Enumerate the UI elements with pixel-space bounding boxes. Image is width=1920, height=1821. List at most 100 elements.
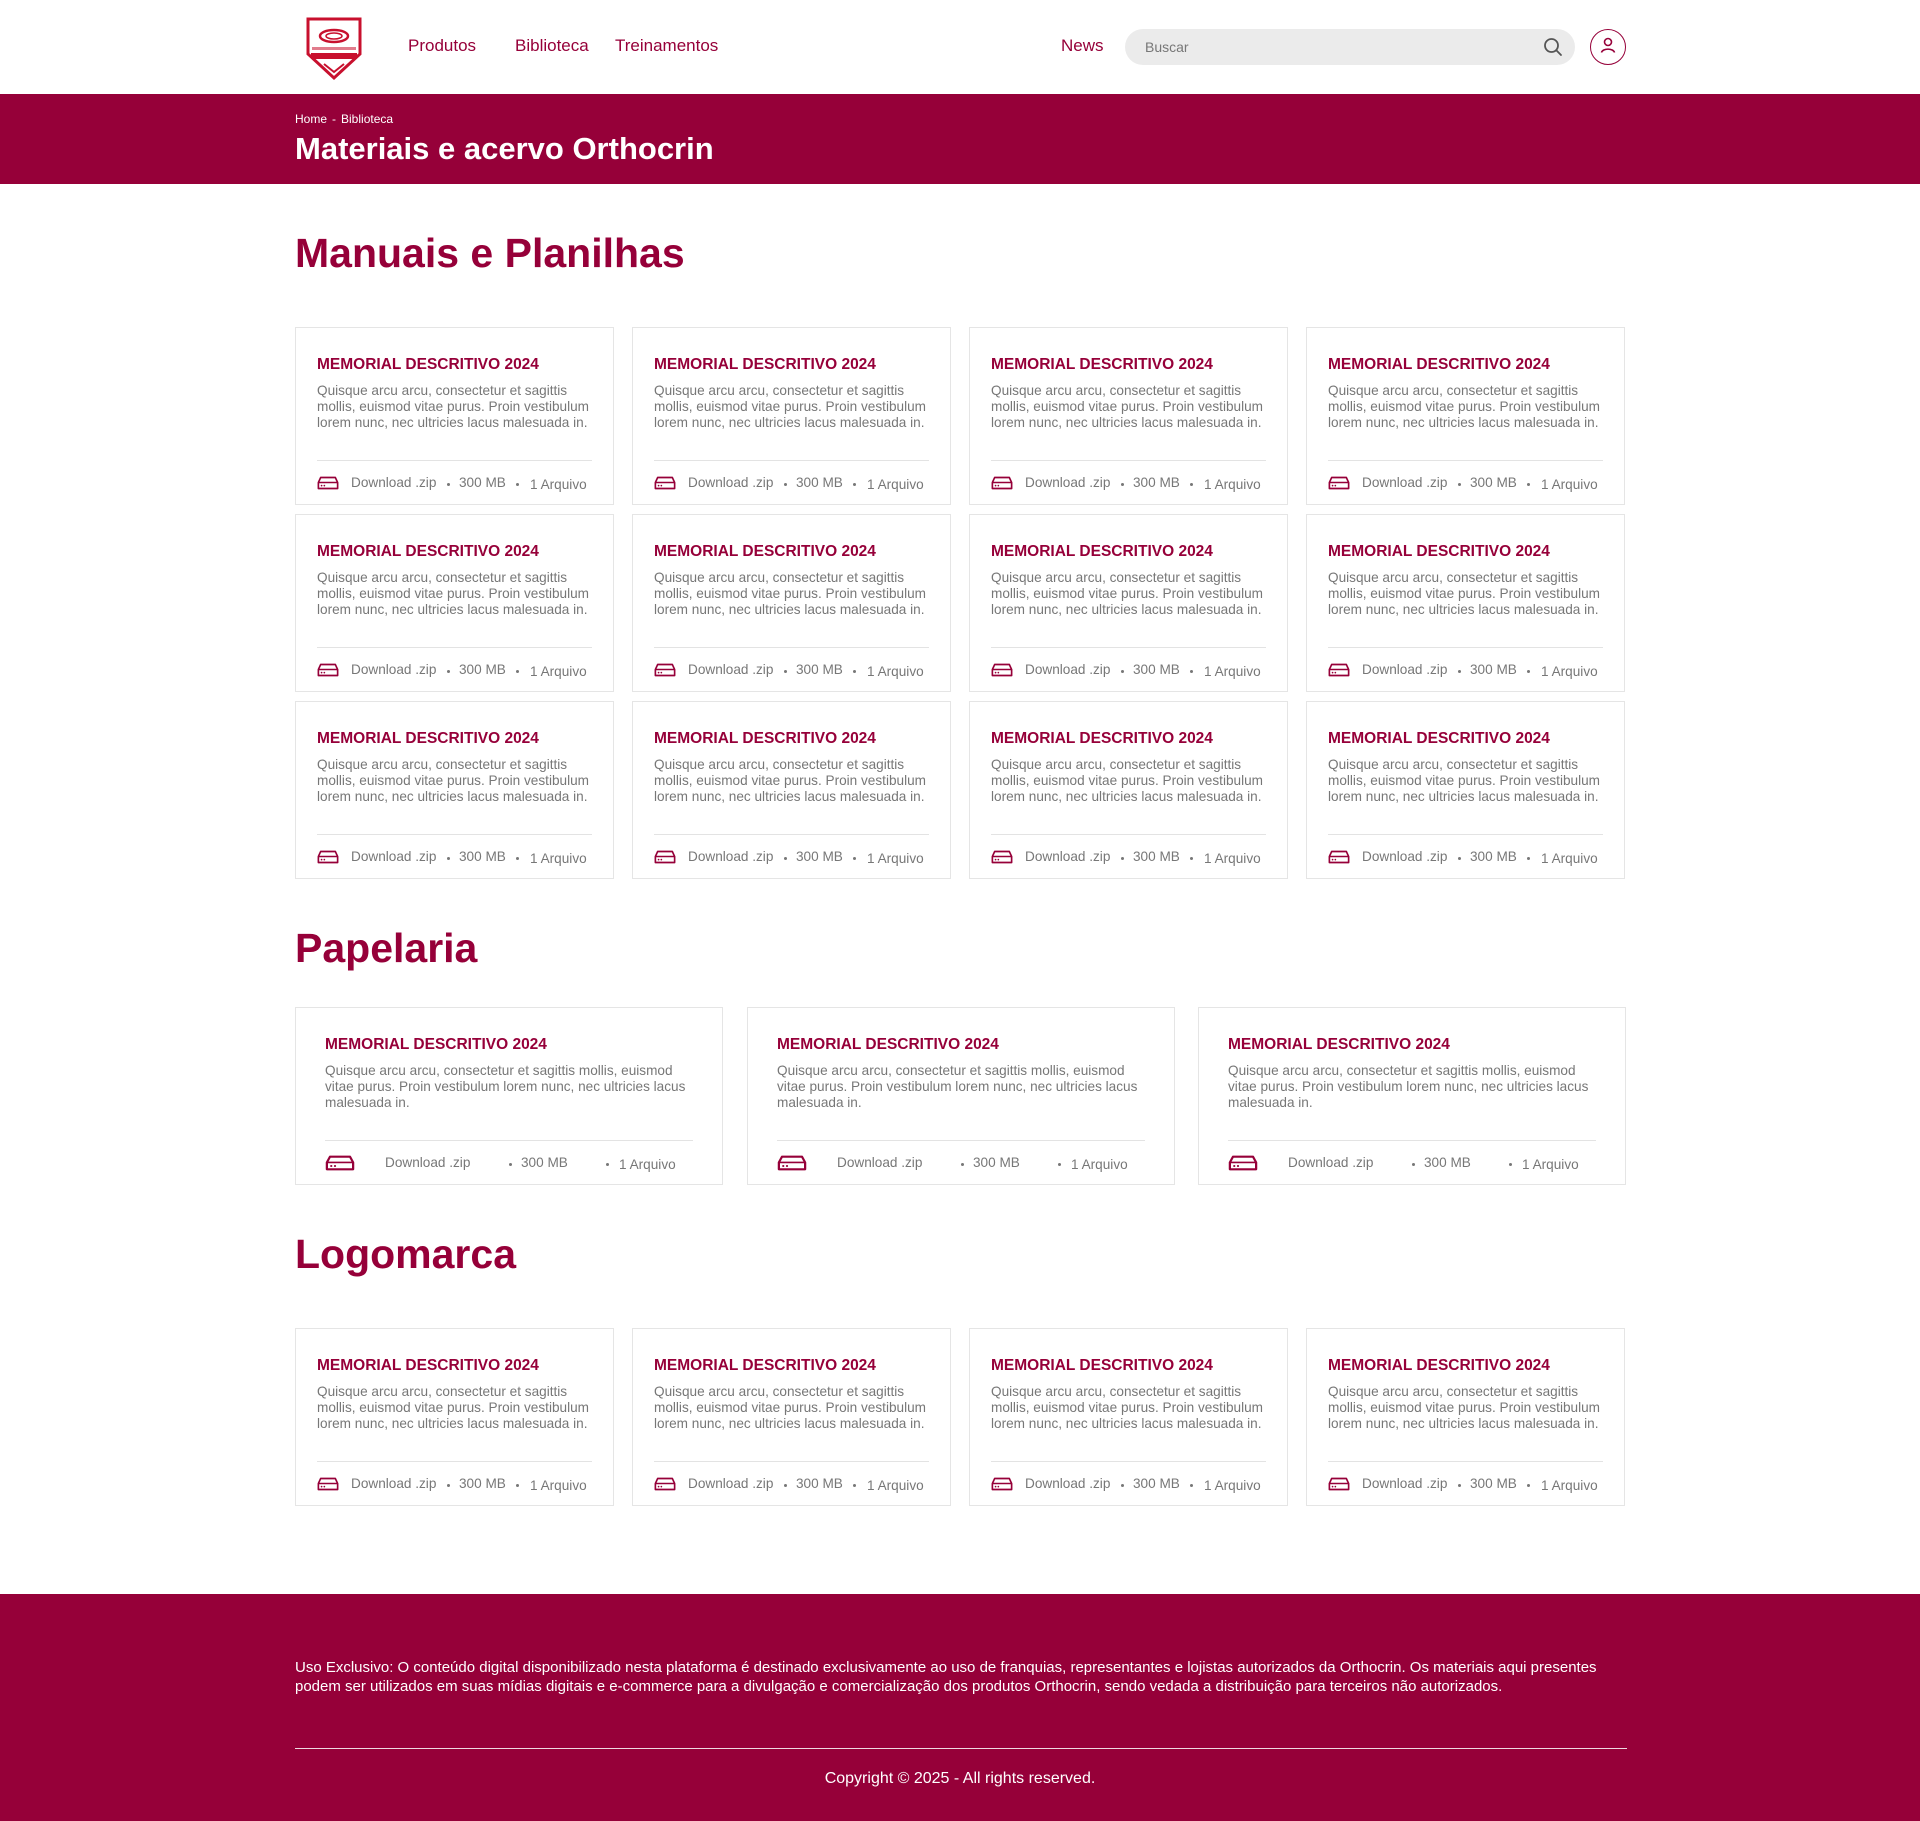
card-title[interactable]: MEMORIAL DESCRITIVO 2024 <box>317 543 539 561</box>
card-title[interactable]: MEMORIAL DESCRITIVO 2024 <box>991 730 1213 748</box>
hard-drive-icon[interactable] <box>991 663 1013 677</box>
material-card-manuais[interactable]: MEMORIAL DESCRITIVO 2024 Quisque arcu arc… <box>295 701 614 879</box>
card-divider <box>325 1140 693 1141</box>
download-zip-link[interactable]: Download .zip <box>1362 475 1447 490</box>
card-footer: Download .zip 300 MB 1 Arquivo <box>991 661 1266 681</box>
hard-drive-icon[interactable] <box>654 850 676 864</box>
card-divider <box>654 834 929 835</box>
card-title[interactable]: MEMORIAL DESCRITIVO 2024 <box>317 356 539 374</box>
card-title[interactable]: MEMORIAL DESCRITIVO 2024 <box>654 1357 876 1375</box>
material-card-manuais[interactable]: MEMORIAL DESCRITIVO 2024 Quisque arcu arc… <box>295 514 614 692</box>
download-zip-link[interactable]: Download .zip <box>1362 662 1447 677</box>
download-zip-link[interactable]: Download .zip <box>688 1476 773 1491</box>
user-account-button[interactable] <box>1590 29 1626 65</box>
card-title[interactable]: MEMORIAL DESCRITIVO 2024 <box>991 356 1213 374</box>
card-title[interactable]: MEMORIAL DESCRITIVO 2024 <box>777 1036 999 1054</box>
material-card-papelaria[interactable]: MEMORIAL DESCRITIVO 2024 Quisque arcu arc… <box>747 1007 1175 1185</box>
material-card-manuais[interactable]: MEMORIAL DESCRITIVO 2024 Quisque arcu arc… <box>969 514 1288 692</box>
hard-drive-icon[interactable] <box>317 850 339 864</box>
hard-drive-icon[interactable] <box>1328 476 1350 490</box>
orthocrin-logo[interactable] <box>304 16 364 82</box>
material-card-manuais[interactable]: MEMORIAL DESCRITIVO 2024 Quisque arcu arc… <box>969 701 1288 879</box>
file-size: 300 MB <box>796 662 843 677</box>
card-title[interactable]: MEMORIAL DESCRITIVO 2024 <box>325 1036 547 1054</box>
hard-drive-icon[interactable] <box>317 1477 339 1491</box>
download-zip-link[interactable]: Download .zip <box>1025 662 1110 677</box>
hard-drive-icon[interactable] <box>654 476 676 490</box>
download-zip-link[interactable]: Download .zip <box>1362 849 1447 864</box>
card-title[interactable]: MEMORIAL DESCRITIVO 2024 <box>1328 730 1550 748</box>
card-footer: Download .zip 300 MB 1 Arquivo <box>1328 661 1603 681</box>
download-zip-link[interactable]: Download .zip <box>351 849 436 864</box>
card-footer: Download .zip 300 MB 1 Arquivo <box>654 1475 929 1495</box>
nav-link-treinamentos[interactable]: Treinamentos <box>615 36 718 56</box>
card-title[interactable]: MEMORIAL DESCRITIVO 2024 <box>317 730 539 748</box>
nav-link-biblioteca[interactable]: Biblioteca <box>515 36 589 56</box>
download-zip-link[interactable]: Download .zip <box>351 662 436 677</box>
search-input[interactable] <box>1145 29 1525 65</box>
card-title[interactable]: MEMORIAL DESCRITIVO 2024 <box>1328 356 1550 374</box>
card-title[interactable]: MEMORIAL DESCRITIVO 2024 <box>654 730 876 748</box>
download-zip-link[interactable]: Download .zip <box>837 1155 922 1170</box>
card-divider <box>991 1461 1266 1462</box>
material-card-logomarca[interactable]: MEMORIAL DESCRITIVO 2024 Quisque arcu arc… <box>969 1328 1288 1506</box>
download-zip-link[interactable]: Download .zip <box>688 849 773 864</box>
hard-drive-icon[interactable] <box>654 663 676 677</box>
material-card-manuais[interactable]: MEMORIAL DESCRITIVO 2024 Quisque arcu arc… <box>632 514 951 692</box>
hard-drive-icon[interactable] <box>317 476 339 490</box>
material-card-manuais[interactable]: MEMORIAL DESCRITIVO 2024 Quisque arcu arc… <box>1306 514 1625 692</box>
hard-drive-icon[interactable] <box>654 1477 676 1491</box>
card-title[interactable]: MEMORIAL DESCRITIVO 2024 <box>1328 543 1550 561</box>
nav-link-news[interactable]: News <box>1061 36 1104 56</box>
hard-drive-icon[interactable] <box>325 1155 355 1171</box>
nav-link-produtos[interactable]: Produtos <box>408 36 476 56</box>
hard-drive-icon[interactable] <box>991 476 1013 490</box>
download-zip-link[interactable]: Download .zip <box>1025 849 1110 864</box>
card-description: Quisque arcu arcu, consectetur et sagitt… <box>1328 570 1600 617</box>
breadcrumb-biblioteca[interactable]: Biblioteca <box>341 112 393 126</box>
download-zip-link[interactable]: Download .zip <box>385 1155 470 1170</box>
hard-drive-icon[interactable] <box>1328 663 1350 677</box>
download-zip-link[interactable]: Download .zip <box>1025 475 1110 490</box>
material-card-manuais[interactable]: MEMORIAL DESCRITIVO 2024 Quisque arcu arc… <box>1306 327 1625 505</box>
separator-dot <box>784 483 787 486</box>
hard-drive-icon[interactable] <box>991 850 1013 864</box>
material-card-manuais[interactable]: MEMORIAL DESCRITIVO 2024 Quisque arcu arc… <box>969 327 1288 505</box>
breadcrumb-home[interactable]: Home <box>295 112 327 126</box>
search-icon[interactable] <box>1543 37 1563 57</box>
material-card-logomarca[interactable]: MEMORIAL DESCRITIVO 2024 Quisque arcu arc… <box>295 1328 614 1506</box>
download-zip-link[interactable]: Download .zip <box>1025 1476 1110 1491</box>
hard-drive-icon[interactable] <box>777 1155 807 1171</box>
material-card-manuais[interactable]: MEMORIAL DESCRITIVO 2024 Quisque arcu arc… <box>295 327 614 505</box>
hard-drive-icon[interactable] <box>991 1477 1013 1491</box>
separator-dot <box>447 483 450 486</box>
material-card-papelaria[interactable]: MEMORIAL DESCRITIVO 2024 Quisque arcu arc… <box>1198 1007 1626 1185</box>
download-zip-link[interactable]: Download .zip <box>351 475 436 490</box>
material-card-papelaria[interactable]: MEMORIAL DESCRITIVO 2024 Quisque arcu arc… <box>295 1007 723 1185</box>
material-card-manuais[interactable]: MEMORIAL DESCRITIVO 2024 Quisque arcu arc… <box>632 701 951 879</box>
card-title[interactable]: MEMORIAL DESCRITIVO 2024 <box>317 1357 539 1375</box>
download-zip-link[interactable]: Download .zip <box>1288 1155 1373 1170</box>
material-card-manuais[interactable]: MEMORIAL DESCRITIVO 2024 Quisque arcu arc… <box>1306 701 1625 879</box>
material-card-logomarca[interactable]: MEMORIAL DESCRITIVO 2024 Quisque arcu arc… <box>1306 1328 1625 1506</box>
download-zip-link[interactable]: Download .zip <box>1362 1476 1447 1491</box>
download-zip-link[interactable]: Download .zip <box>688 475 773 490</box>
card-title[interactable]: MEMORIAL DESCRITIVO 2024 <box>654 543 876 561</box>
material-card-logomarca[interactable]: MEMORIAL DESCRITIVO 2024 Quisque arcu arc… <box>632 1328 951 1506</box>
file-count: 1 Arquivo <box>619 1157 676 1172</box>
hard-drive-icon[interactable] <box>1228 1155 1258 1171</box>
card-title[interactable]: MEMORIAL DESCRITIVO 2024 <box>654 356 876 374</box>
breadcrumb: Home - Biblioteca <box>295 112 393 126</box>
card-title[interactable]: MEMORIAL DESCRITIVO 2024 <box>991 1357 1213 1375</box>
download-zip-link[interactable]: Download .zip <box>351 1476 436 1491</box>
card-title[interactable]: MEMORIAL DESCRITIVO 2024 <box>1228 1036 1450 1054</box>
hard-drive-icon[interactable] <box>317 663 339 677</box>
material-card-manuais[interactable]: MEMORIAL DESCRITIVO 2024 Quisque arcu arc… <box>632 327 951 505</box>
hard-drive-icon[interactable] <box>1328 1477 1350 1491</box>
card-title[interactable]: MEMORIAL DESCRITIVO 2024 <box>1328 1357 1550 1375</box>
card-divider <box>654 647 929 648</box>
file-size: 300 MB <box>1133 849 1180 864</box>
download-zip-link[interactable]: Download .zip <box>688 662 773 677</box>
card-title[interactable]: MEMORIAL DESCRITIVO 2024 <box>991 543 1213 561</box>
hard-drive-icon[interactable] <box>1328 850 1350 864</box>
